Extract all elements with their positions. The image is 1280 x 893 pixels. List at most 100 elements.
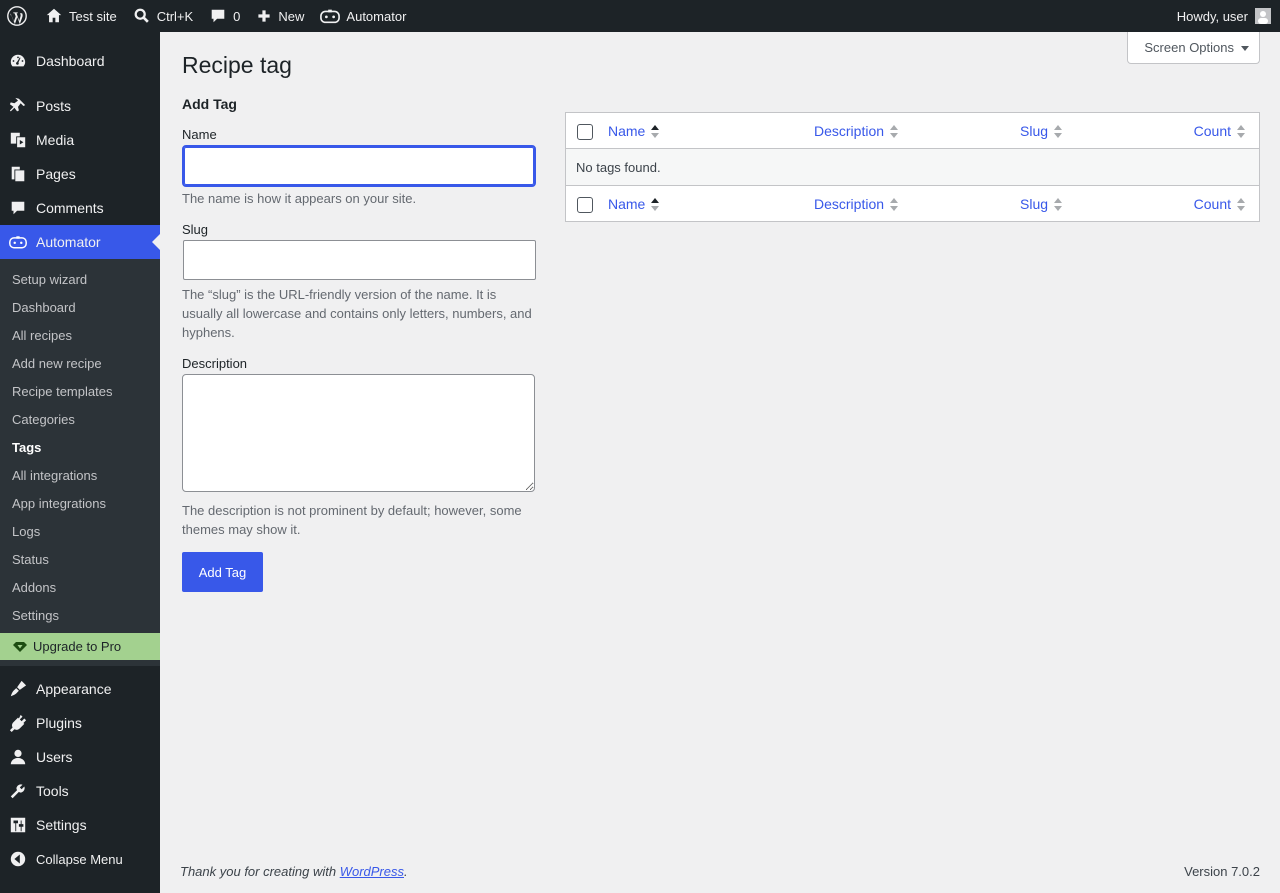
column-footer-description[interactable]: Description: [814, 186, 899, 222]
site-name-menu[interactable]: Test site: [37, 0, 125, 32]
new-content-menu[interactable]: New: [248, 0, 312, 32]
submenu-item-all-integrations[interactable]: All integrations: [0, 461, 160, 489]
automator-robot-icon: [320, 9, 341, 24]
automator-menu[interactable]: Automator: [312, 0, 414, 32]
submenu-item-setup-wizard[interactable]: Setup wizard: [0, 265, 160, 293]
sidebar-label-plugins: Plugins: [36, 715, 82, 731]
description-label: Description: [182, 356, 248, 371]
sidebar-item-posts[interactable]: Posts: [0, 89, 160, 123]
submenu-item-dashboard[interactable]: Dashboard: [0, 293, 160, 321]
column-label-slug: Slug: [1020, 196, 1049, 212]
comment-icon: [211, 9, 225, 23]
sort-indicator-icon: [651, 124, 660, 138]
column-header-slug[interactable]: Slug: [1020, 113, 1063, 149]
footer-thanks: Thank you for creating with WordPress.: [180, 864, 408, 879]
submenu-item-tags[interactable]: Tags: [0, 433, 160, 461]
sidebar-label-collapse: Collapse Menu: [36, 851, 123, 867]
column-label-name: Name: [608, 123, 646, 139]
screen-options-button[interactable]: Screen Options: [1127, 32, 1260, 64]
upgrade-to-pro-link[interactable]: Upgrade to Pro: [0, 633, 160, 660]
column-label-name: Name: [608, 196, 646, 212]
sort-indicator-icon: [1237, 197, 1245, 211]
column-header-count[interactable]: Count: [1194, 113, 1245, 149]
automator-robot-icon: [9, 233, 27, 251]
sidebar-item-tools[interactable]: Tools: [0, 774, 160, 808]
sidebar-item-automator[interactable]: Automator: [0, 225, 160, 259]
new-label: New: [278, 8, 305, 24]
column-label-count: Count: [1193, 196, 1231, 212]
admin-bar: Test site Ctrl+K 0 New Automator Howdy, …: [0, 0, 1280, 32]
column-label-description: Description: [814, 196, 885, 212]
page-title: Recipe tag: [182, 52, 292, 78]
my-account-menu[interactable]: Howdy, user: [1177, 8, 1280, 24]
automator-label: Automator: [346, 8, 407, 24]
table-header-row: Name Description Slug Count: [566, 113, 1259, 149]
sort-indicator-icon: [1054, 124, 1063, 138]
submenu-item-add-new-recipe[interactable]: Add new recipe: [0, 349, 160, 377]
search-icon: [134, 8, 149, 23]
dashboard-icon: [9, 52, 27, 70]
sort-indicator-icon: [890, 197, 899, 211]
settings-sliders-icon: [9, 816, 27, 834]
sidebar-item-pages[interactable]: Pages: [0, 157, 160, 191]
column-label-slug: Slug: [1020, 123, 1049, 139]
no-tags-message: No tags found.: [576, 159, 661, 175]
collapse-menu-button[interactable]: Collapse Menu: [0, 842, 160, 876]
select-all-checkbox-footer[interactable]: [577, 197, 593, 213]
home-icon: [46, 8, 62, 23]
command-palette-button[interactable]: Ctrl+K: [125, 0, 201, 32]
sidebar-label-comments: Comments: [36, 200, 104, 216]
caret-down-icon: [1241, 46, 1249, 51]
tags-table: Name Description Slug Count No tags foun…: [565, 112, 1260, 222]
slug-input[interactable]: [183, 240, 536, 280]
submenu-item-logs[interactable]: Logs: [0, 517, 160, 545]
column-header-description[interactable]: Description: [814, 113, 899, 149]
submenu-item-categories[interactable]: Categories: [0, 405, 160, 433]
sidebar-label-tools: Tools: [36, 783, 69, 799]
add-tag-form: Add Tag Name The name is how it appears …: [182, 96, 536, 592]
sort-indicator-icon: [890, 124, 899, 138]
sidebar-item-users[interactable]: Users: [0, 740, 160, 774]
sidebar-item-media[interactable]: Media: [0, 123, 160, 157]
add-tag-button[interactable]: Add Tag: [182, 552, 263, 592]
description-help-text: The description is not prominent by defa…: [182, 503, 522, 537]
column-label-count: Count: [1193, 123, 1231, 139]
sidebar-item-dashboard[interactable]: Dashboard: [0, 44, 160, 78]
main-content: Screen Options Recipe tag Add Tag Name T…: [160, 32, 1280, 893]
howdy-text: Howdy, user: [1176, 8, 1248, 24]
comments-count: 0: [233, 8, 241, 24]
column-footer-name[interactable]: Name: [608, 186, 660, 222]
sidebar-item-plugins[interactable]: Plugins: [0, 706, 160, 740]
submenu-item-settings[interactable]: Settings: [0, 601, 160, 629]
sidebar-item-comments[interactable]: Comments: [0, 191, 160, 225]
sidebar-item-settings[interactable]: Settings: [0, 808, 160, 842]
collapse-arrow-icon: [9, 850, 27, 868]
sidebar-item-appearance[interactable]: Appearance: [0, 672, 160, 706]
submenu-item-recipe-templates[interactable]: Recipe templates: [0, 377, 160, 405]
submenu-item-app-integrations[interactable]: App integrations: [0, 489, 160, 517]
select-all-checkbox[interactable]: [577, 124, 593, 140]
name-input[interactable]: [182, 145, 536, 187]
wordpress-logo-menu[interactable]: [0, 0, 37, 32]
plus-icon: [258, 10, 271, 22]
comments-menu[interactable]: 0: [201, 0, 248, 32]
wordpress-link[interactable]: WordPress: [340, 864, 404, 879]
submenu-item-status[interactable]: Status: [0, 545, 160, 573]
screen-options-label: Screen Options: [1144, 40, 1234, 55]
pages-icon: [9, 165, 27, 183]
column-footer-slug[interactable]: Slug: [1020, 186, 1063, 222]
sidebar-label-pages: Pages: [36, 166, 76, 182]
avatar: [1255, 8, 1271, 24]
table-footer-row: Name Description Slug Count: [566, 185, 1259, 221]
column-footer-count[interactable]: Count: [1194, 186, 1245, 222]
sidebar-label-automator: Automator: [36, 234, 101, 250]
description-textarea[interactable]: [182, 374, 535, 492]
sidebar-label-settings: Settings: [36, 817, 87, 833]
submenu-item-all-recipes[interactable]: All recipes: [0, 321, 160, 349]
column-header-name[interactable]: Name: [608, 113, 660, 149]
submenu-item-addons[interactable]: Addons: [0, 573, 160, 601]
slug-help-text: The “slug” is the URL-friendly version o…: [182, 287, 532, 340]
slug-label: Slug: [182, 222, 209, 237]
gem-icon: [13, 641, 27, 652]
pushpin-icon: [9, 97, 27, 115]
